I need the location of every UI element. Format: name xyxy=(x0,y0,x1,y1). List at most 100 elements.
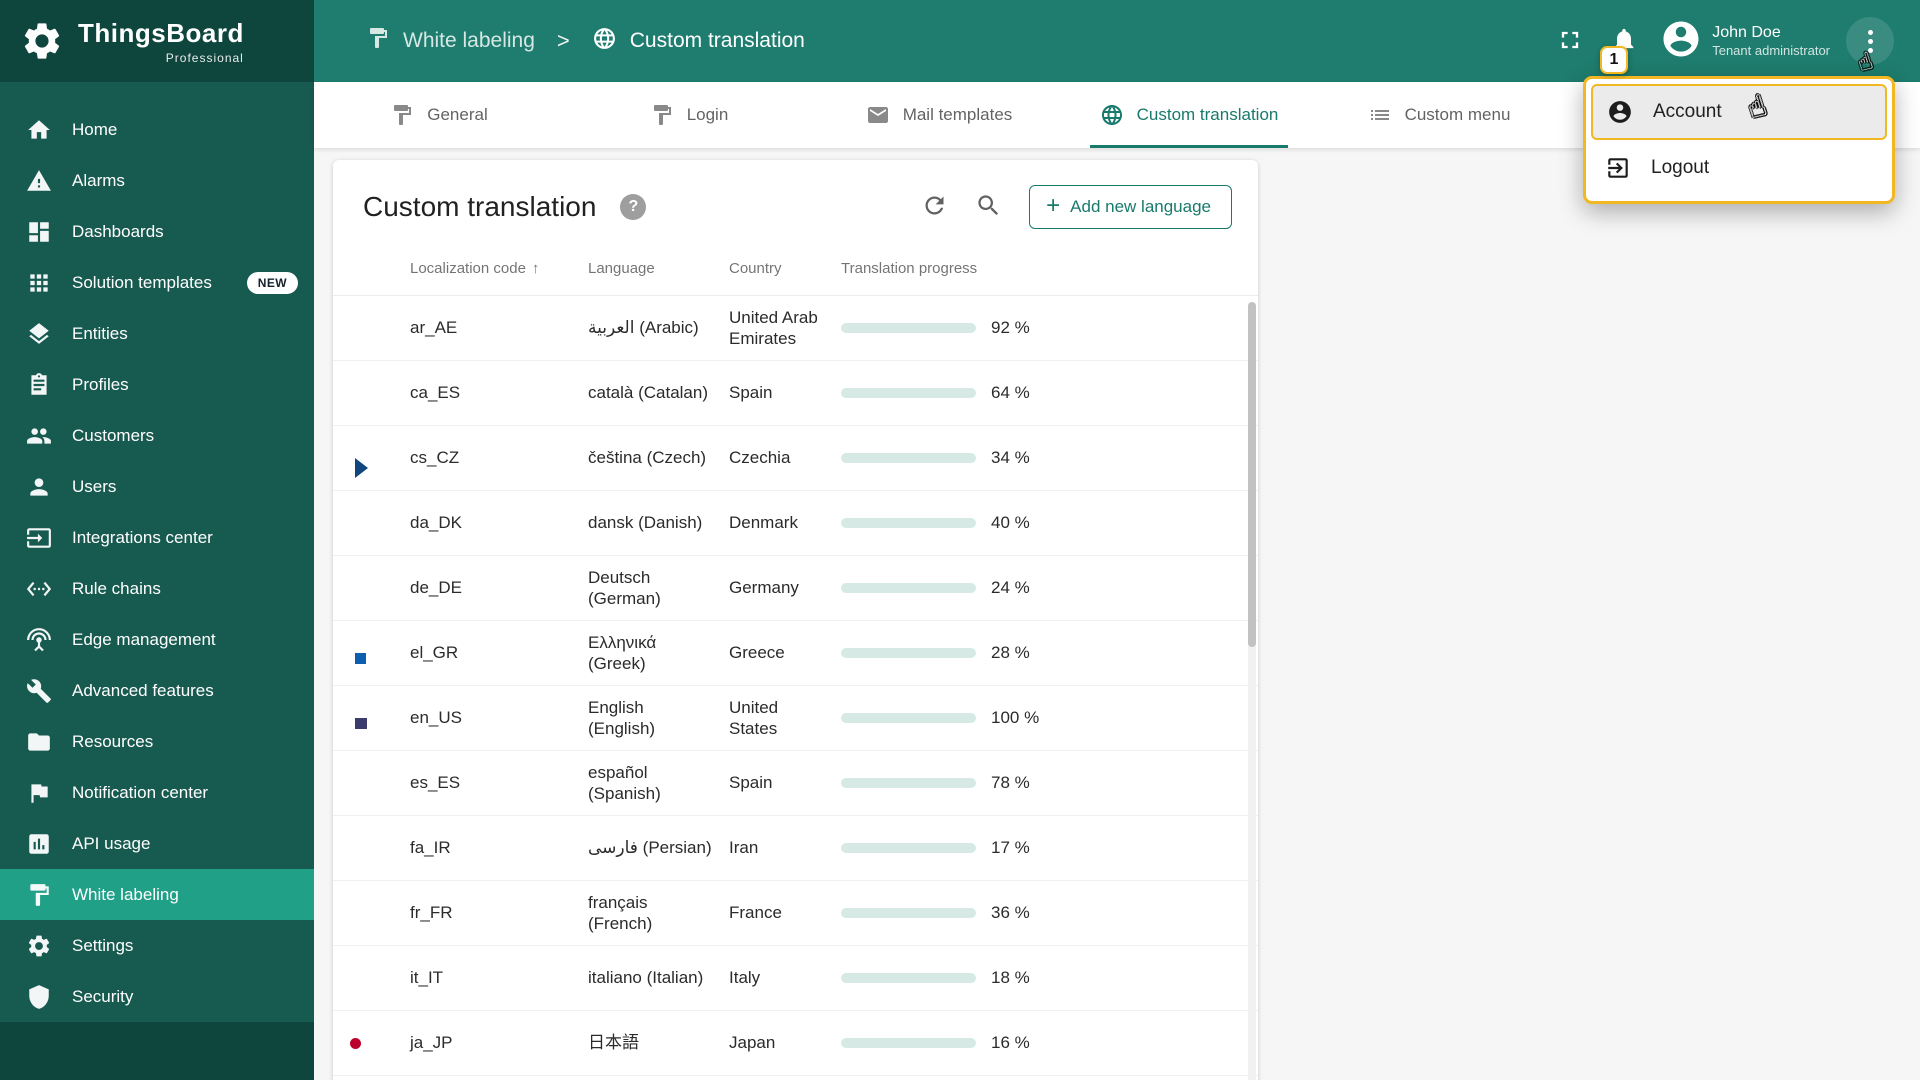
table-row[interactable]: ca_ES català (Catalan) Spain 64 % xyxy=(333,361,1258,426)
download-button[interactable] xyxy=(1061,631,1105,675)
delete-button[interactable] xyxy=(1182,631,1226,675)
sidebar-item-solution-templates[interactable]: Solution templates NEW xyxy=(0,257,314,308)
sidebar-item-label: Solution templates xyxy=(72,272,212,292)
sidebar-item-users[interactable]: Users xyxy=(0,461,314,512)
download-button[interactable] xyxy=(1061,306,1105,350)
progress-percent: 40 % xyxy=(991,513,1030,532)
table-row[interactable]: fr_FR français (French) France 36 % xyxy=(333,881,1258,946)
delete-button[interactable] xyxy=(1182,891,1226,935)
delete-button[interactable] xyxy=(1182,501,1226,545)
table-row[interactable]: fa_IR فارسی (Persian) Iran 17 % xyxy=(333,816,1258,881)
column-header-translation-progress[interactable]: Translation progress xyxy=(841,260,1051,277)
edit-button[interactable] xyxy=(1122,566,1166,610)
table-row[interactable]: it_IT italiano (Italian) Italy 18 % xyxy=(333,946,1258,1011)
country-cell: Spain xyxy=(729,773,773,793)
column-header-country[interactable]: Country xyxy=(729,260,841,277)
thingsboard-logo[interactable]: ThingsBoard Professional xyxy=(0,0,314,82)
download-button[interactable] xyxy=(1061,501,1105,545)
table-row[interactable]: el_GR Ελληνικά (Greek) Greece 28 % xyxy=(333,621,1258,686)
delete-button[interactable] xyxy=(1182,566,1226,610)
sidebar-item-white-labeling[interactable]: White labeling xyxy=(0,869,314,920)
sidebar-item-security[interactable]: Security xyxy=(0,971,314,1022)
tab-login[interactable]: Login xyxy=(564,82,814,148)
table-row[interactable]: es_ES español (Spanish) Spain 78 % xyxy=(333,751,1258,816)
sidebar-item-edge-management[interactable]: Edge management xyxy=(0,614,314,665)
sidebar-item-customers[interactable]: Customers xyxy=(0,410,314,461)
sidebar-item-resources[interactable]: Resources xyxy=(0,716,314,767)
column-header-language[interactable]: Language xyxy=(588,260,729,277)
edit-button[interactable] xyxy=(1122,891,1166,935)
search-button[interactable] xyxy=(965,184,1011,230)
table-row[interactable]: ja_JP 日本語 Japan 16 % xyxy=(333,1011,1258,1076)
edit-button[interactable] xyxy=(1122,436,1166,480)
add-new-language-button[interactable]: + Add new language xyxy=(1029,185,1232,229)
table-row[interactable]: cs_CZ čeština (Czech) Czechia 34 % xyxy=(333,426,1258,491)
sidebar-item-notification-center[interactable]: Notification center xyxy=(0,767,314,818)
tab-custom-menu[interactable]: Custom menu xyxy=(1314,82,1564,148)
edit-button[interactable] xyxy=(1122,826,1166,870)
refresh-button[interactable] xyxy=(911,184,957,230)
tab-mail-templates[interactable]: Mail templates xyxy=(814,82,1064,148)
delete-button[interactable] xyxy=(1182,306,1226,350)
table-row[interactable]: ar_AE العربية (Arabic) United Arab Emira… xyxy=(333,296,1258,361)
breadcrumb-white-labeling[interactable]: White labeling xyxy=(366,26,535,56)
translation-progress-cell: 34 % xyxy=(841,448,1051,468)
edit-button[interactable] xyxy=(1122,306,1166,350)
edit-button[interactable] xyxy=(1122,956,1166,1000)
delete-button[interactable] xyxy=(1182,436,1226,480)
delete-button[interactable] xyxy=(1182,696,1226,740)
edit-button[interactable] xyxy=(1122,631,1166,675)
sidebar-item-label: Notification center xyxy=(72,782,209,802)
sidebar-item-home[interactable]: Home xyxy=(0,104,314,155)
tab-general[interactable]: General xyxy=(314,82,564,148)
column-header-localization-code[interactable]: Localization code ↑ xyxy=(410,260,588,277)
menu-item-logout[interactable]: Logout xyxy=(1591,140,1887,196)
sidebar-item-dashboards[interactable]: Dashboards xyxy=(0,206,314,257)
more-options-button[interactable] xyxy=(1846,17,1894,65)
sidebar-item-entities[interactable]: Entities xyxy=(0,308,314,359)
download-button[interactable] xyxy=(1061,436,1105,480)
edit-button[interactable] xyxy=(1122,761,1166,805)
table-row[interactable]: de_DE Deutsch (German) Germany 24 % xyxy=(333,556,1258,621)
user-menu-items: Account Logout xyxy=(1591,84,1887,196)
user-account-button[interactable]: John Doe Tenant administrator xyxy=(1660,18,1830,65)
sidebar-item-advanced-features[interactable]: Advanced features xyxy=(0,665,314,716)
table-row[interactable]: en_US English (English) United States 10… xyxy=(333,686,1258,751)
progress-bar xyxy=(841,453,976,463)
help-button[interactable]: ? xyxy=(620,194,647,220)
delete-button[interactable] xyxy=(1182,956,1226,1000)
edit-button[interactable] xyxy=(1122,371,1166,415)
sidebar-item-profiles[interactable]: Profiles xyxy=(0,359,314,410)
edit-button[interactable] xyxy=(1122,696,1166,740)
download-button[interactable] xyxy=(1061,371,1105,415)
sidebar-item-settings[interactable]: Settings xyxy=(0,920,314,971)
sidebar-item-integrations-center[interactable]: Integrations center xyxy=(0,512,314,563)
delete-button[interactable] xyxy=(1182,761,1226,805)
tab-custom-translation[interactable]: Custom translation xyxy=(1064,82,1314,148)
country-cell: France xyxy=(729,903,782,923)
download-button[interactable] xyxy=(1061,1021,1105,1065)
progress-percent: 17 % xyxy=(991,838,1030,857)
delete-button[interactable] xyxy=(1182,371,1226,415)
sidebar-nav: Home Alarms Dashboards Solution template… xyxy=(0,82,314,1022)
table-scrollbar[interactable] xyxy=(1248,302,1256,1080)
download-button[interactable] xyxy=(1061,566,1105,610)
download-button[interactable] xyxy=(1061,891,1105,935)
download-button[interactable] xyxy=(1061,761,1105,805)
fullscreen-button[interactable] xyxy=(1546,17,1594,65)
download-button[interactable] xyxy=(1061,826,1105,870)
sidebar-item-label: Rule chains xyxy=(72,578,161,598)
delete-button[interactable] xyxy=(1182,826,1226,870)
sidebar-item-alarms[interactable]: Alarms xyxy=(0,155,314,206)
breadcrumb-custom-translation[interactable]: Custom translation xyxy=(592,26,805,57)
download-button[interactable] xyxy=(1061,956,1105,1000)
sidebar-item-api-usage[interactable]: API usage xyxy=(0,818,314,869)
sidebar-item-rule-chains[interactable]: Rule chains xyxy=(0,563,314,614)
edit-button[interactable] xyxy=(1122,1021,1166,1065)
edit-button[interactable] xyxy=(1122,501,1166,545)
scrollbar-thumb[interactable] xyxy=(1248,302,1256,647)
download-button[interactable] xyxy=(1061,696,1105,740)
table-row[interactable]: da_DK dansk (Danish) Denmark 40 % xyxy=(333,491,1258,556)
delete-button[interactable] xyxy=(1182,1021,1226,1065)
menu-item-account[interactable]: Account xyxy=(1591,84,1887,140)
